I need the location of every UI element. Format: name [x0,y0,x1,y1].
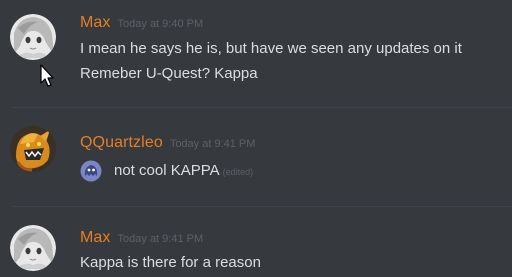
message-text: not cool KAPPA [114,161,220,179]
edited-label: (edited) [222,166,254,177]
avatar-max[interactable] [10,225,56,271]
message-header: Max Today at 9:41 PM [80,229,203,247]
message-text: Kappa is there for a reason [80,254,261,271]
blue-ghost-emote-icon [80,160,102,182]
mouse-pointer-icon [40,64,54,87]
username[interactable]: Max [80,14,111,32]
anime-girl-avatar-icon [10,14,56,60]
timestamp: Today at 9:41 PM [117,233,204,245]
anime-girl-avatar-icon [10,225,56,271]
monster-avatar-icon [10,126,56,172]
message-text: Remeber U-Quest? Kappa [80,65,258,82]
message-divider [12,107,512,108]
timestamp: Today at 9:40 PM [117,18,204,30]
message-divider [12,206,512,207]
message-header: QQuartzleo Today at 9:41 PM [80,134,255,152]
chat-window: Max Today at 9:40 PM I mean he says he i… [0,0,512,277]
message-header: Max Today at 9:40 PM [80,14,203,32]
username[interactable]: Max [80,229,111,247]
message-text: I mean he says he is, but have we seen a… [80,40,462,57]
avatar-qquartzleo[interactable] [10,126,56,172]
avatar-max[interactable] [10,14,56,60]
message-text-row: not cool KAPPA (edited) [76,160,253,182]
timestamp: Today at 9:41 PM [169,138,256,150]
username[interactable]: QQuartzleo [80,134,163,152]
